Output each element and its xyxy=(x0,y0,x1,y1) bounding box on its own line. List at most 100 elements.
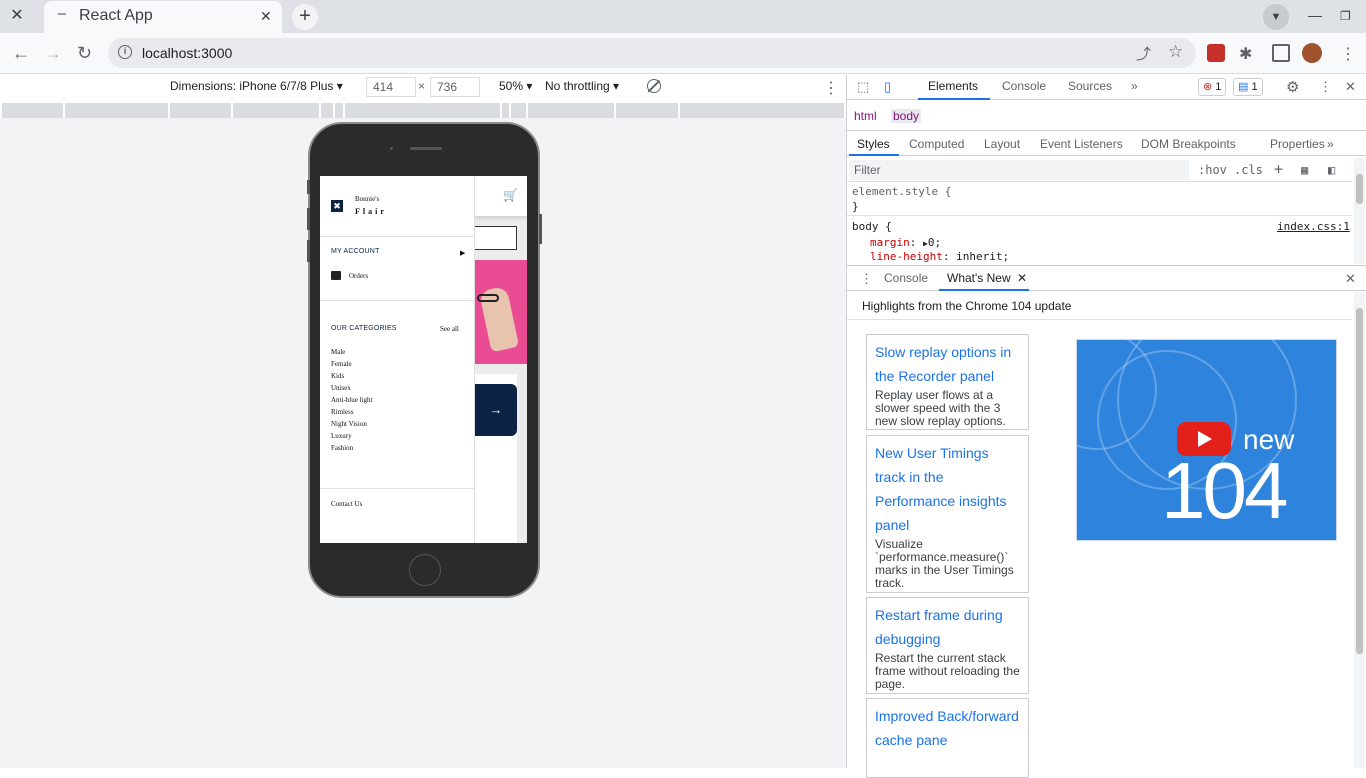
minimize-button[interactable]: — xyxy=(1308,7,1322,23)
close-devtools-icon[interactable]: ✕ xyxy=(1345,79,1356,95)
drawer-menu-icon[interactable]: ⋮ xyxy=(860,271,873,287)
feature-card[interactable]: Improved Back/forward cache pane xyxy=(866,698,1029,778)
category-item[interactable]: Anti-blue light xyxy=(331,396,372,404)
tab-event-listeners[interactable]: Event Listeners xyxy=(1040,137,1123,151)
close-icon[interactable]: ✕ xyxy=(8,7,26,25)
cls-toggle[interactable]: .cls xyxy=(1234,163,1263,177)
feature-title[interactable]: New User Timings track in the Performanc… xyxy=(875,441,1020,537)
reload-button[interactable]: ↻ xyxy=(77,43,92,64)
drawer-tab-console[interactable]: Console xyxy=(884,271,928,285)
styles-scrollbar[interactable] xyxy=(1354,158,1365,264)
width-input[interactable]: 414 xyxy=(366,77,416,97)
extension-icon[interactable] xyxy=(1207,44,1225,62)
close-drawer-icon[interactable]: ✕ xyxy=(1345,271,1356,287)
drawer-tab-whats-new[interactable]: What's New xyxy=(947,271,1011,285)
feature-card[interactable]: New User Timings track in the Performanc… xyxy=(866,435,1029,593)
zoom-select[interactable]: 50% ▾ xyxy=(499,79,532,93)
close-drawer-icon[interactable]: ✖ xyxy=(331,200,343,212)
bookmark-star-icon[interactable]: ☆ xyxy=(1168,42,1183,62)
more-tabs-icon[interactable]: » xyxy=(1131,79,1138,93)
caret-right-icon[interactable]: ▶ xyxy=(460,249,465,257)
toggle-sidebar-icon[interactable]: ◧ xyxy=(1328,163,1335,177)
back-button[interactable]: ← xyxy=(12,43,30,64)
height-input[interactable]: 736 xyxy=(430,77,480,97)
styles-filter-input[interactable]: Filter xyxy=(849,160,1189,180)
settings-gear-icon[interactable]: ⚙ xyxy=(1286,78,1299,96)
restore-button[interactable]: ❐ xyxy=(1340,9,1351,23)
app-search-input[interactable] xyxy=(475,226,517,250)
category-item[interactable]: Rimless xyxy=(331,408,354,416)
orders-link[interactable]: Orders xyxy=(349,272,368,280)
message-badge[interactable]: ▤ 1 xyxy=(1233,78,1263,96)
phone-screen: 🛒 → ✖ Bonnie's Flair MY ACCOUNT ▶ Orders… xyxy=(320,176,527,543)
feature-description: Restart the current stack frame without … xyxy=(875,651,1020,691)
browser-toolbar: ← → ↻ i localhost:3000 ⤴ ☆ ✱ ⋮ xyxy=(0,33,1366,74)
feature-description: Visualize `performance.measure()` marks … xyxy=(875,537,1014,590)
active-subtab-indicator xyxy=(849,154,899,156)
device-dimensions-select[interactable]: Dimensions: iPhone 6/7/8 Plus ▾ xyxy=(170,79,343,93)
source-link[interactable]: index.css:1 xyxy=(1277,220,1350,233)
address-bar[interactable]: i localhost:3000 ⤴ ☆ xyxy=(108,38,1196,68)
puzzle-icon[interactable]: ✱ xyxy=(1239,44,1257,63)
paint-icon[interactable]: ▦ xyxy=(1301,163,1308,177)
category-item[interactable]: Luxury xyxy=(331,432,352,440)
category-item[interactable]: Kids xyxy=(331,372,344,380)
side-button xyxy=(539,214,542,244)
hov-toggle[interactable]: :hov xyxy=(1198,163,1227,177)
share-icon[interactable]: ⤴ xyxy=(1136,43,1151,64)
new-rule-icon[interactable]: + xyxy=(1274,160,1283,178)
feature-title[interactable]: Slow replay options in the Recorder pane… xyxy=(875,340,1020,388)
breadcrumb-body[interactable]: body xyxy=(891,109,922,123)
css-property-line-height[interactable]: line-height: inherit; xyxy=(870,250,1009,263)
side-panel-icon[interactable] xyxy=(1272,44,1290,62)
tab-elements[interactable]: Elements xyxy=(928,79,978,93)
feature-title[interactable]: Restart frame during debugging xyxy=(875,603,1020,651)
tab-close-icon[interactable]: ✕ xyxy=(260,8,272,25)
feature-card[interactable]: Restart frame during debugging Restart t… xyxy=(866,597,1029,694)
see-all-link[interactable]: See all xyxy=(440,325,459,333)
media-query-ruler[interactable] xyxy=(2,103,844,118)
customize-menu-icon[interactable]: ⋮ xyxy=(1319,79,1332,95)
banner-arrow-button[interactable]: → xyxy=(475,384,517,436)
info-icon[interactable]: i xyxy=(118,45,132,59)
error-badge[interactable]: ⊗ 1 xyxy=(1198,78,1227,96)
category-item[interactable]: Fashion xyxy=(331,444,353,452)
whats-new-video-thumbnail[interactable]: new 104 xyxy=(1076,339,1337,541)
throttling-select[interactable]: No throttling ▾ xyxy=(545,79,619,93)
my-account-heading[interactable]: MY ACCOUNT xyxy=(331,248,380,255)
more-options-icon[interactable]: ⋮ xyxy=(823,78,839,98)
contact-us-link[interactable]: Contact Us xyxy=(331,500,362,508)
category-item[interactable]: Male xyxy=(331,348,345,356)
scroll-thumb[interactable] xyxy=(1356,308,1363,654)
browser-tab[interactable]: React App ✕ xyxy=(44,1,282,33)
feature-title[interactable]: Improved Back/forward cache pane xyxy=(875,704,1020,752)
rotate-icon[interactable] xyxy=(647,79,661,93)
category-item[interactable]: Female xyxy=(331,360,352,368)
scroll-thumb[interactable] xyxy=(1356,174,1363,204)
close-tab-icon[interactable]: ✕ xyxy=(1017,271,1027,285)
feature-card[interactable]: Slow replay options in the Recorder pane… xyxy=(866,334,1029,430)
more-subtabs-icon[interactable]: » xyxy=(1327,137,1334,151)
tab-computed[interactable]: Computed xyxy=(909,137,964,151)
category-item[interactable]: Unisex xyxy=(331,384,351,392)
breadcrumb-html[interactable]: html xyxy=(854,109,877,123)
tab-search-button[interactable]: ▼ xyxy=(1263,4,1289,30)
inspect-icon[interactable]: ⬚ xyxy=(857,79,869,95)
element-style-selector[interactable]: element.style { xyxy=(852,185,951,198)
cart-icon[interactable]: 🛒 xyxy=(503,188,518,202)
body-selector[interactable]: body { xyxy=(852,220,892,233)
tab-dom-breakpoints[interactable]: DOM Breakpoints xyxy=(1141,137,1236,151)
menu-icon[interactable]: ⋮ xyxy=(1340,44,1358,63)
tab-console[interactable]: Console xyxy=(1002,79,1046,93)
tab-sources[interactable]: Sources xyxy=(1068,79,1112,93)
tab-layout[interactable]: Layout xyxy=(984,137,1020,151)
whats-new-scrollbar[interactable] xyxy=(1354,292,1365,768)
avatar[interactable] xyxy=(1302,43,1322,63)
new-tab-button[interactable]: + xyxy=(292,4,318,30)
tab-styles[interactable]: Styles xyxy=(857,137,890,151)
tab-properties[interactable]: Properties xyxy=(1270,137,1325,151)
forward-button[interactable]: → xyxy=(44,43,62,64)
device-toggle-icon[interactable]: ▯ xyxy=(884,79,891,95)
css-property-margin[interactable]: margin: ▶0; xyxy=(870,236,941,249)
category-item[interactable]: Night Vision xyxy=(331,420,367,428)
